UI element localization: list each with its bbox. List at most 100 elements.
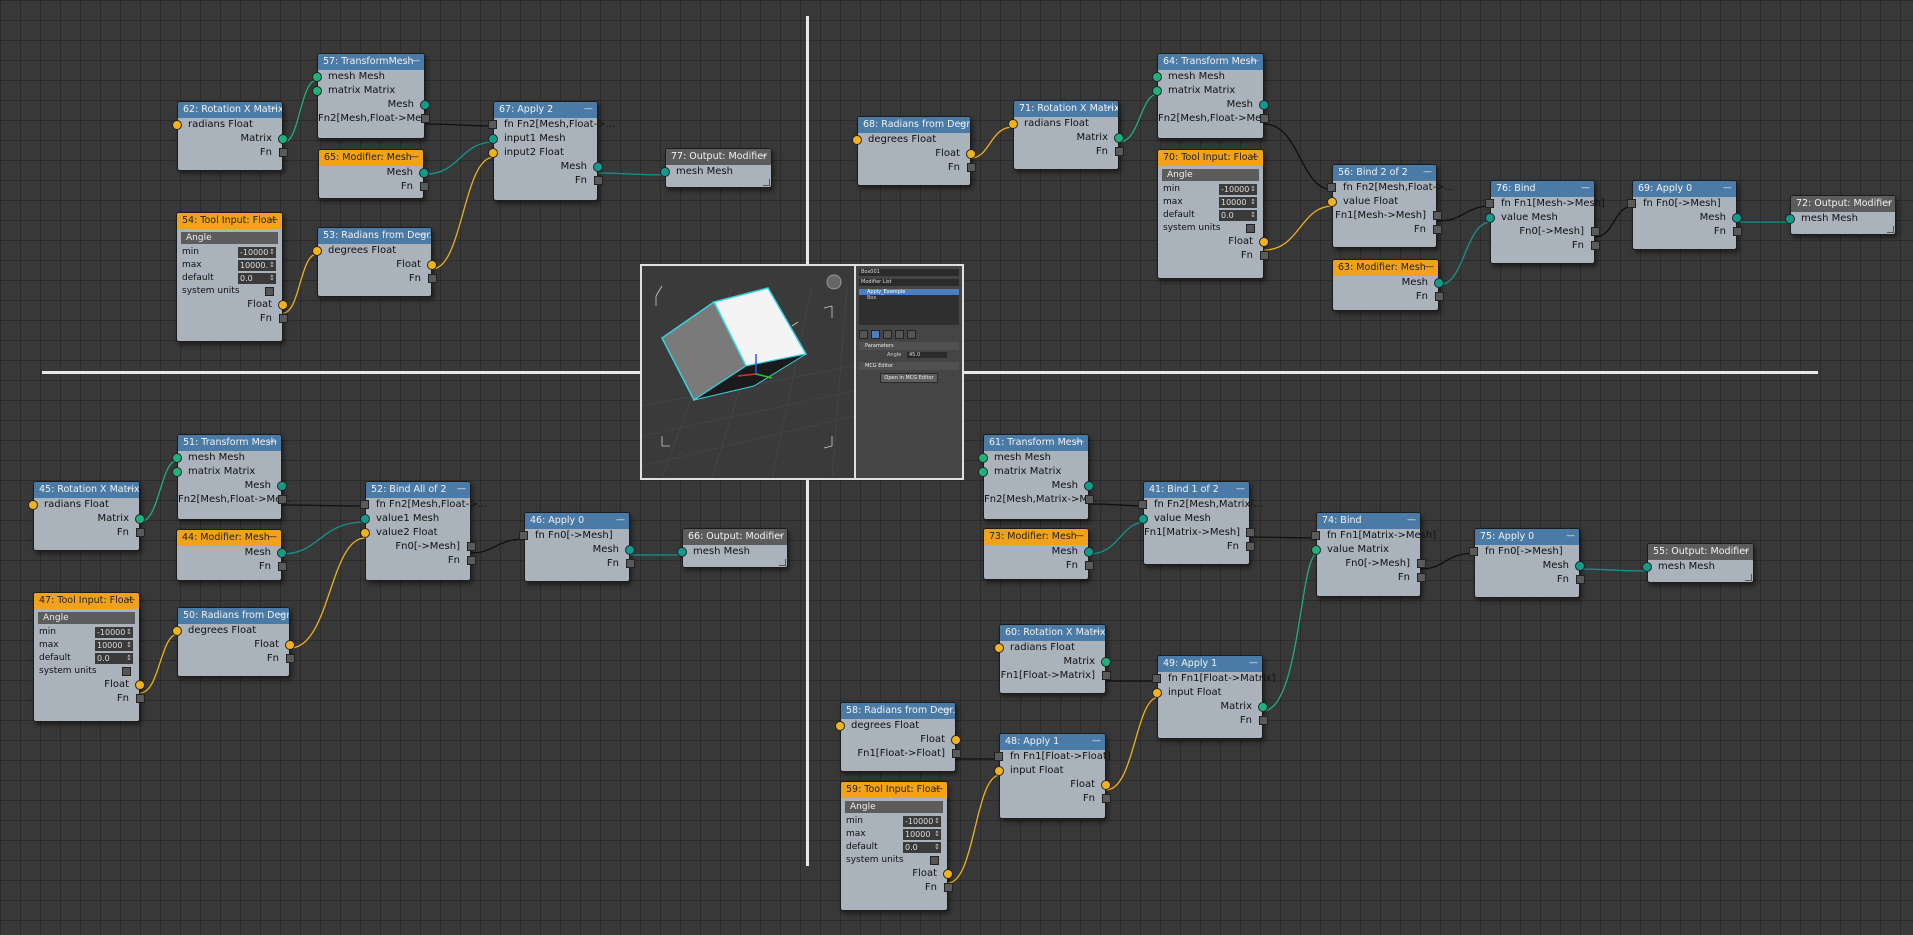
port-square-icon[interactable]	[1327, 183, 1336, 192]
port-dot-icon[interactable]	[277, 548, 287, 558]
port-dot-icon[interactable]	[419, 168, 429, 178]
open-in-mcg-editor-button[interactable]: Open in MCG Editor	[880, 373, 938, 383]
default-spinner[interactable]: 0.0	[903, 842, 941, 853]
node-radians-from-degrees-53[interactable]: 53: Radians from Degr... — degrees Float …	[312, 227, 437, 297]
port-square-icon[interactable]	[1433, 211, 1442, 220]
angle-spinner[interactable]: 45.0	[907, 352, 947, 358]
node-title[interactable]: 45: Rotation X Matrix	[34, 482, 139, 498]
minimize-icon[interactable]: —	[126, 485, 135, 494]
tool-input-label-field[interactable]: Angle	[181, 232, 278, 244]
node-title[interactable]: 58: Radians from Degr...	[841, 703, 955, 719]
unique-icon[interactable]	[883, 330, 892, 339]
minimize-icon[interactable]: —	[410, 153, 419, 162]
minimize-icon[interactable]: —	[1407, 516, 1416, 525]
node-modifier-mesh-44[interactable]: 44: Modifier: Mesh — Mesh Fn	[176, 529, 287, 581]
port-dot-icon[interactable]	[360, 528, 370, 538]
node-tool-input-float-59[interactable]: 59: Tool Input: Float— Angle min-10000 m…	[840, 781, 953, 911]
port-dot-icon[interactable]	[1259, 100, 1269, 110]
node-radians-from-degrees-68[interactable]: 68: Radians from Degr... — degrees Float …	[852, 116, 976, 186]
max-spinner[interactable]: 10000	[903, 829, 941, 840]
port-dot-icon[interactable]	[1732, 213, 1742, 223]
port-dot-icon[interactable]	[1642, 562, 1652, 572]
node-rotation-x-matrix-71[interactable]: 71: Rotation X Matrix — radians Float Mat…	[1008, 100, 1124, 170]
node-title[interactable]: 75: Apply 0	[1475, 529, 1579, 545]
node-tool-input-float-54[interactable]: 54: Tool Input: Float— Angle min-10000 m…	[176, 212, 288, 342]
port-dot-icon[interactable]	[1101, 780, 1111, 790]
port-square-icon[interactable]	[1417, 573, 1426, 582]
show-result-icon[interactable]	[871, 330, 880, 339]
port-square-icon[interactable]	[1733, 227, 1742, 236]
min-spinner[interactable]: -10000	[903, 816, 941, 827]
resize-handle[interactable]	[1887, 226, 1894, 233]
port-square-icon[interactable]	[1469, 547, 1478, 556]
port-square-icon[interactable]	[1485, 199, 1494, 208]
node-apply-67[interactable]: 67: Apply 2— fn Fn2[Mesh,Float->... inpu…	[488, 101, 615, 201]
port-square-icon[interactable]	[967, 163, 976, 172]
node-title[interactable]: 69: Apply 0	[1633, 181, 1736, 197]
port-dot-icon[interactable]	[1785, 214, 1795, 224]
minimize-icon[interactable]: —	[1250, 57, 1259, 66]
port-dot-icon[interactable]	[28, 500, 38, 510]
port-dot-icon[interactable]	[1434, 278, 1444, 288]
port-square-icon[interactable]	[1311, 531, 1320, 540]
node-modifier-mesh-65[interactable]: 65: Modifier: Mesh — Mesh Fn	[318, 149, 429, 199]
port-dot-icon[interactable]	[1084, 547, 1094, 557]
node-title[interactable]: 55: Output: Modifier	[1648, 544, 1753, 560]
port-dot-icon[interactable]	[1101, 657, 1111, 667]
max-spinner[interactable]: 10000.	[238, 260, 276, 271]
port-dot-icon[interactable]	[994, 643, 1004, 653]
port-dot-icon[interactable]	[1152, 72, 1162, 82]
minimize-icon[interactable]: —	[1423, 168, 1432, 177]
port-dot-icon[interactable]	[135, 680, 145, 690]
minimize-icon[interactable]: —	[1249, 659, 1258, 668]
minimize-icon[interactable]: —	[934, 785, 943, 794]
node-title[interactable]: 71: Rotation X Matrix	[1014, 101, 1118, 117]
port-square-icon[interactable]	[278, 495, 287, 504]
port-dot-icon[interactable]	[660, 167, 670, 177]
node-title[interactable]: 59: Tool Input: Float	[841, 782, 947, 798]
minimize-icon[interactable]: —	[269, 105, 278, 114]
node-transform-mesh-51[interactable]: 51: Transform Mesh — mesh Mesh matrix Mat…	[172, 434, 291, 520]
minimize-icon[interactable]: —	[1566, 532, 1575, 541]
port-dot-icon[interactable]	[1311, 545, 1321, 555]
max-spinner[interactable]: 10000	[1219, 197, 1257, 208]
system-units-checkbox[interactable]	[265, 287, 274, 296]
node-title[interactable]: 51: Transform Mesh	[178, 435, 281, 451]
default-spinner[interactable]: 0.0	[1219, 210, 1257, 221]
node-title[interactable]: 56: Bind 2 of 2	[1333, 165, 1436, 181]
system-units-checkbox[interactable]	[122, 667, 131, 676]
port-dot-icon[interactable]	[677, 547, 687, 557]
port-dot-icon[interactable]	[978, 453, 988, 463]
minimize-icon[interactable]: —	[957, 120, 966, 129]
port-dot-icon[interactable]	[1258, 702, 1268, 712]
minimize-icon[interactable]: —	[1105, 104, 1114, 113]
node-bind-all-of-2-52[interactable]: 52: Bind All of 2— fn Fn2[Mesh,Float->..…	[360, 481, 487, 581]
node-title[interactable]: 67: Apply 2	[494, 102, 597, 118]
minimize-icon[interactable]: —	[418, 231, 427, 240]
parameters-rollout[interactable]: Parameters	[859, 342, 959, 350]
port-square-icon[interactable]	[1102, 794, 1111, 803]
mcg-editor-rollout[interactable]: MCG Editor	[859, 362, 959, 370]
viewport-preview[interactable]: Box001 Modifier List Apply_Example Box P…	[640, 264, 964, 480]
configure-icon[interactable]	[907, 330, 916, 339]
minimize-icon[interactable]: —	[1250, 153, 1259, 162]
node-title[interactable]: 70: Tool Input: Float	[1158, 150, 1263, 166]
port-square-icon[interactable]	[944, 883, 953, 892]
node-tool-input-float-47[interactable]: 47: Tool Input: Float— Angle min-10000 m…	[33, 592, 145, 722]
minimize-icon[interactable]: —	[276, 611, 285, 620]
port-square-icon[interactable]	[467, 542, 476, 551]
node-title[interactable]: 54: Tool Input: Float	[177, 213, 282, 229]
port-square-icon[interactable]	[1115, 147, 1124, 156]
node-output-modifier-55[interactable]: 55: Output: Modifier — mesh Mesh	[1642, 543, 1754, 583]
node-apply-1-49[interactable]: 49: Apply 1— fn Fn1[Float->Matrix] input…	[1152, 655, 1275, 739]
minimize-icon[interactable]: —	[1581, 184, 1590, 193]
object-name-field[interactable]: Box001	[859, 269, 959, 276]
port-dot-icon[interactable]	[172, 120, 182, 130]
min-spinner[interactable]: -10000	[1219, 184, 1257, 195]
node-bind-1-of-2-41[interactable]: 41: Bind 1 of 2— fn Fn2[Mesh,Matrix-... …	[1138, 481, 1264, 565]
port-dot-icon[interactable]	[625, 545, 635, 555]
port-square-icon[interactable]	[421, 114, 430, 123]
tool-input-label-field[interactable]: Angle	[845, 801, 943, 813]
minimize-icon[interactable]: —	[758, 152, 767, 161]
port-dot-icon[interactable]	[285, 640, 295, 650]
